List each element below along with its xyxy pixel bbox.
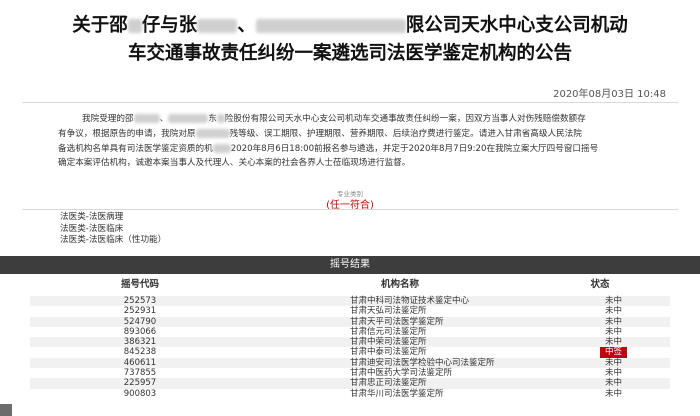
redaction-blur [197, 19, 238, 33]
redaction-blur [216, 114, 225, 123]
page-title: 关于邵 仔与张 、 限公司天水中心支公司机动 车交通事故责任纠纷一案遴选司法医学鉴定机… [40, 12, 660, 68]
body-text: 备选机构名单具有司法医学鉴定资质的机 [58, 143, 213, 154]
row-institution: 甘肃天弘司法鉴定所 [350, 306, 427, 317]
announcement-body: 我院受理的邵 、 东险股份有限公司天水中心支公司机动车交通事故责任纠纷一案，因双方当… [58, 112, 658, 171]
row-institution: 甘肃中医药大学司法鉴定所 [350, 368, 453, 379]
specialty-list: 法医类-法医病理 法医类-法医临床 法医类-法医临床（性功能） [60, 212, 166, 247]
row-code: 225957 [123, 378, 157, 389]
row-institution: 甘肃忠正司法鉴定所 [350, 378, 427, 389]
table-row: 225957 甘肃忠正司法鉴定所 未中 [30, 378, 670, 389]
body-text: 残等级、误工期限、护理期限、营养期限、后续治疗费进行鉴定。请进入甘肃省高级人民法… [229, 128, 582, 139]
row-code: 737855 [123, 368, 157, 379]
body-text: 险股份有限公司天水中心支公司机动车交通事故责任纠纷一案，因双方当事人对伤残赔偿数… [224, 114, 586, 124]
row-code: 252573 [123, 296, 157, 306]
redaction-blur [255, 19, 406, 33]
redaction-blur [127, 19, 142, 33]
row-institution: 甘肃信元司法鉴定所 [350, 326, 427, 337]
row-code: 893066 [123, 326, 157, 337]
title-line-2: 车交通事故责任纠纷一案遴选司法医学鉴定机构的公告 [127, 43, 572, 64]
row-institution: 甘肃中科司法物证技术鉴定中心 [350, 296, 470, 306]
title-text: 、 [237, 15, 256, 36]
table-row: 893066 甘肃信元司法鉴定所 未中 [30, 327, 670, 337]
header-status: 状态 [590, 279, 610, 290]
body-text: 我院受理的邵 [82, 114, 134, 124]
status-badge: 未中 [605, 296, 623, 306]
paragraph: 确定本案评估机构，诚邀本案当事人及代理人、关心本案的社会各界人士莅临现场进行监督… [58, 158, 411, 169]
status-badge-selected: 中签 [600, 347, 628, 358]
announcement-page: 关于邵 仔与张、限公司天水中心支公司机动 车交通事故责任纠纷一案遴选司法医学鉴定机… [0, 0, 700, 416]
divider [22, 209, 678, 210]
title-text: 限公司天水中心支公司机动 [405, 15, 628, 36]
table-row: 386321 甘肃中荣司法鉴定所 未中 [30, 337, 670, 348]
table-row: 737855 甘肃中医药大学司法鉴定所 未中 [30, 368, 670, 378]
row-code: 900803 [123, 388, 157, 399]
status-badge: 未中 [605, 316, 623, 327]
title-text: 仔与张 [141, 15, 198, 36]
status-badge: 未中 [605, 326, 623, 337]
title-line-1: 关于邵 仔与张 、 限公司天水中心支公司机动 [40, 12, 660, 40]
specialty-item: 法医类-法医临床 [60, 223, 124, 234]
redaction-blur [133, 114, 160, 123]
row-institution: 甘肃天平司法医学鉴定所 [350, 316, 444, 327]
body-text: 有争议，根据原告的申请，我院对原 [58, 128, 196, 139]
row-institution: 甘肃迪安司法医学检验中心司法鉴定所 [350, 357, 495, 368]
header-code: 摇号代码 [120, 279, 159, 290]
paragraph: 我院受理的邵 、 东险股份有限公司天水中心支公司机动车交通事故责任纠纷一案，因双方当… [58, 112, 658, 127]
table-row: 252931 甘肃天弘司法鉴定所 未中 [30, 306, 670, 316]
paragraph: 有争议，根据原告的申请，我院对原 残等级、误工期限、护理期限、营养期限、后续治疗费… [58, 127, 658, 142]
status-badge: 未中 [605, 378, 623, 389]
result-table-body: 252573 甘肃中科司法物证技术鉴定中心 未中 252931 甘肃天弘司法鉴定所 未中… [30, 296, 670, 399]
redaction-blur [212, 143, 231, 153]
scroll-handle[interactable] [0, 404, 12, 416]
specialty-item: 法医类-法医病理 [60, 212, 124, 222]
table-row: 252573 甘肃中科司法物证技术鉴定中心 未中 [30, 296, 670, 307]
row-code: 524790 [123, 316, 157, 327]
row-institution: 甘肃中泰司法鉴定所 [350, 347, 427, 358]
result-section-title: 摇号结果 [330, 259, 370, 270]
redaction-blur [195, 128, 230, 138]
title-text: 关于邵 [72, 15, 128, 36]
publish-date: 2020年08月03日 10:48 [553, 89, 666, 100]
row-code: 845238 [123, 347, 157, 358]
body-text: 、 [159, 114, 169, 124]
status-badge: 未中 [605, 306, 623, 317]
row-code: 386321 [123, 337, 157, 348]
status-badge: 未中 [605, 337, 623, 348]
redaction-blur [168, 114, 209, 123]
table-row-selected: 845238 甘肃中泰司法鉴定所 中签 [30, 347, 670, 358]
row-institution: 甘肃中荣司法鉴定所 [350, 337, 427, 348]
row-institution: 甘肃华川司法医学鉴定所 [350, 388, 444, 399]
status-badge: 未中 [605, 357, 623, 368]
table-row: 900803 甘肃华川司法医学鉴定所 未中 [30, 389, 670, 399]
specialty-item: 法医类-法医临床（性功能） [60, 235, 167, 245]
table-row: 524790 甘肃天平司法医学鉴定所 未中 [30, 316, 670, 327]
status-badge: 未中 [605, 368, 623, 379]
body-text: 2020年8月6日18:00前报名参与遴选，并定于2020年8月7日9:20在我… [230, 143, 599, 154]
paragraph: 备选机构名单具有司法医学鉴定资质的机 2020年8月6日18:00前报名参与遴选，… [58, 142, 658, 157]
row-code: 460611 [123, 357, 157, 368]
table-row: 460611 甘肃迪安司法医学检验中心司法鉴定所 未中 [30, 357, 670, 369]
divider [22, 102, 678, 103]
status-badge: 未中 [605, 388, 623, 399]
row-code: 252931 [123, 306, 157, 317]
result-section-bar: 摇号结果 [0, 256, 700, 274]
result-table-header: 摇号代码 机构名称 状态 [30, 276, 670, 296]
body-text: 东 [208, 114, 217, 124]
header-name: 机构名称 [380, 279, 419, 290]
